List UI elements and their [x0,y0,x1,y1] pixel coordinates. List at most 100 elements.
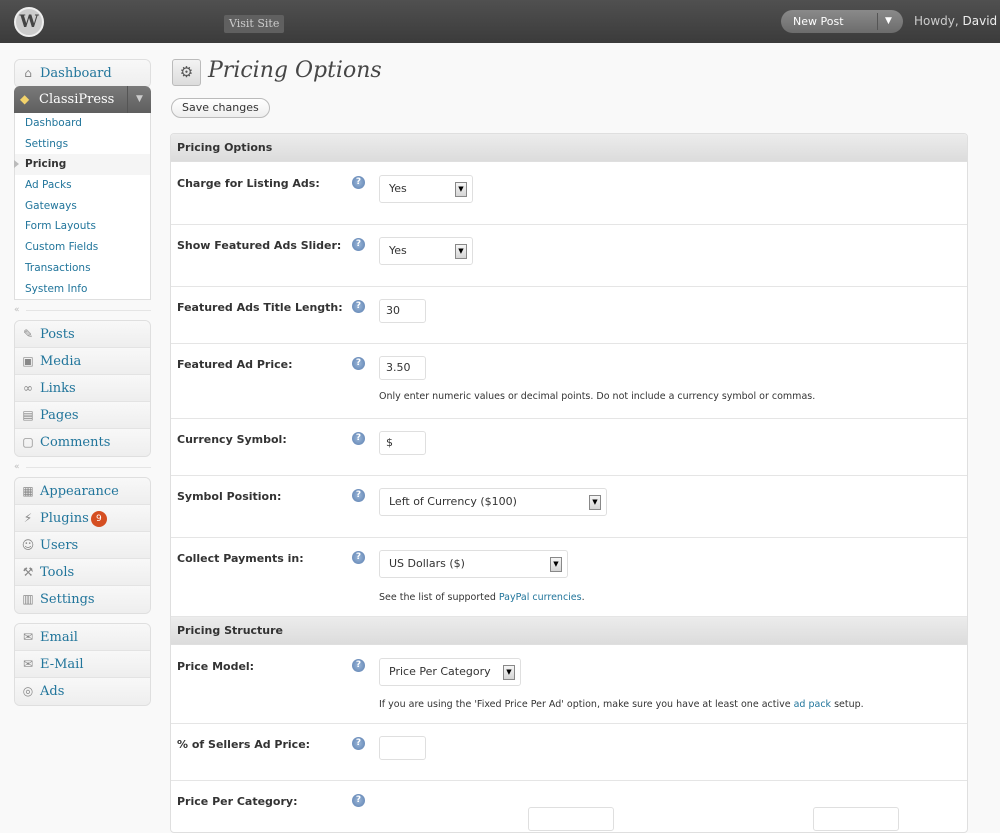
row-price-model: Price Model: ? Price Per Category ▼ If yo… [171,646,967,724]
label-price-model: Price Model: [177,660,255,673]
paypal-currencies-link[interactable]: PayPal currencies [499,592,582,603]
collapse-arrow-icon[interactable]: « [14,305,24,315]
help-icon[interactable]: ? [352,659,365,672]
help-icon[interactable]: ? [352,551,365,564]
description-price-model: If you are using the 'Fixed Price Per Ad… [379,699,864,710]
menu-dashboard-label: Dashboard [40,66,112,81]
menu-separator [26,310,151,311]
submenu-transactions[interactable]: Transactions [15,258,150,279]
menu-ads-label: Ads [40,684,65,699]
media-icon: ▣ [22,354,34,368]
settings-icon: ▥ [22,592,34,606]
description-featured-price: Only enter numeric values or decimal poi… [379,391,816,402]
menu-appearance[interactable]: ▦ Appearance [15,478,150,505]
menu-posts[interactable]: ✎ Posts [15,321,150,348]
label-charge-listing: Charge for Listing Ads: [177,177,320,190]
label-symbol-position: Symbol Position: [177,490,282,503]
dropdown-arrow-icon[interactable]: ▼ [503,665,515,680]
dropdown-arrow-icon[interactable]: ▼ [550,557,562,572]
submenu-form-layouts[interactable]: Form Layouts [15,216,150,237]
howdy-greeting[interactable]: Howdy, David [914,14,997,28]
row-featured-slider: Show Featured Ads Slider: ? Yes ▼ [171,225,967,287]
dropdown-arrow-icon[interactable]: ▼ [589,495,601,510]
wordpress-logo-icon[interactable]: W [14,7,44,37]
tag-icon: ◆ [20,92,30,106]
menu-tools[interactable]: ⚒ Tools [15,559,150,586]
menu-links[interactable]: ∞ Links [15,375,150,402]
select-collect-payments[interactable]: US Dollars ($) ▼ [379,550,568,578]
label-featured-price: Featured Ad Price: [177,358,293,371]
menu-comments[interactable]: ▢ Comments [15,429,150,456]
user-name[interactable]: David [963,14,998,28]
users-icon: ☺ [21,538,35,552]
select-price-model[interactable]: Price Per Category ▼ [379,658,521,686]
howdy-prefix: Howdy, [914,14,963,28]
category-price-input[interactable] [528,807,614,831]
link-icon: ∞ [23,381,33,395]
select-price-model-value: Price Per Category [389,665,491,678]
submenu-gateways[interactable]: Gateways [15,196,150,217]
category-price-input[interactable] [813,807,899,831]
menu-e-mail[interactable]: ✉ E-Mail [15,651,150,678]
tools-icon: ⚒ [22,565,34,579]
input-title-length[interactable]: 30 [379,299,426,323]
help-icon[interactable]: ? [352,357,365,370]
input-sellers-pct[interactable] [379,736,426,760]
select-symbol-position[interactable]: Left of Currency ($100) ▼ [379,488,607,516]
menu-settings[interactable]: ▥ Settings [15,586,150,613]
dropdown-arrow-icon[interactable]: ▼ [455,182,467,197]
new-post-button[interactable]: New Post ▼ [781,10,903,33]
section-pricing-options: Pricing Options [171,134,967,162]
desc-suffix: setup. [831,699,864,710]
pages-icon: ▤ [22,408,34,422]
select-featured-slider[interactable]: Yes ▼ [379,237,473,265]
input-featured-price[interactable]: 3.50 [379,356,426,380]
home-icon: ⌂ [24,66,32,80]
submenu-custom-fields[interactable]: Custom Fields [15,237,150,258]
menu-pages[interactable]: ▤ Pages [15,402,150,429]
chevron-down-icon[interactable]: ▼ [885,10,892,33]
appearance-icon: ▦ [22,484,34,498]
select-collect-payments-value: US Dollars ($) [389,557,465,570]
menu-plugins[interactable]: ⚡ Plugins 9 [15,505,150,532]
submenu-ad-packs[interactable]: Ad Packs [15,175,150,196]
menu-ads[interactable]: ◎ Ads [15,678,150,705]
help-icon[interactable]: ? [352,238,365,251]
plugins-update-badge: 9 [90,510,107,527]
help-icon[interactable]: ? [352,489,365,502]
classipress-submenu: Dashboard Settings Pricing Ad Packs Gate… [14,113,151,300]
menu-appearance-label: Appearance [40,484,119,499]
menu-media[interactable]: ▣ Media [15,348,150,375]
save-changes-button[interactable]: Save changes [171,98,270,118]
collapse-arrow-icon[interactable]: « [14,462,24,472]
dropdown-arrow-icon[interactable]: ▼ [455,244,467,259]
menu-dashboard[interactable]: ⌂ Dashboard [15,60,150,87]
help-icon[interactable]: ? [352,176,365,189]
menu-users-label: Users [40,538,79,553]
visit-site-button[interactable]: Visit Site [224,15,285,33]
input-currency-symbol[interactable]: $ [379,431,426,455]
chevron-down-icon[interactable]: ▼ [127,86,151,113]
submenu-system-info[interactable]: System Info [15,279,150,300]
select-charge-listing[interactable]: Yes ▼ [379,175,473,203]
help-icon[interactable]: ? [352,432,365,445]
help-icon[interactable]: ? [352,300,365,313]
row-symbol-position: Symbol Position: ? Left of Currency ($10… [171,476,967,538]
ad-pack-link[interactable]: ad pack [794,699,831,710]
row-featured-price: Featured Ad Price: ? 3.50 Only enter num… [171,344,967,419]
page-title: Pricing Options [208,58,382,83]
submenu-pricing[interactable]: Pricing [14,154,150,176]
row-charge-listing: Charge for Listing Ads: ? Yes ▼ [171,163,967,225]
menu-links-label: Links [40,381,76,396]
menu-users[interactable]: ☺ Users [15,532,150,559]
new-post-separator [877,13,878,30]
submenu-settings[interactable]: Settings [15,134,150,155]
submenu-dashboard[interactable]: Dashboard [15,113,150,134]
desc-suffix: . [581,592,585,603]
label-currency-symbol: Currency Symbol: [177,433,287,446]
menu-email[interactable]: ✉ Email [15,624,150,651]
help-icon[interactable]: ? [352,737,365,750]
menu-classipress[interactable]: ◆ ClassiPress ▼ [14,86,151,113]
help-icon[interactable]: ? [352,794,365,807]
menu-plugins-label: Plugins [40,511,89,526]
